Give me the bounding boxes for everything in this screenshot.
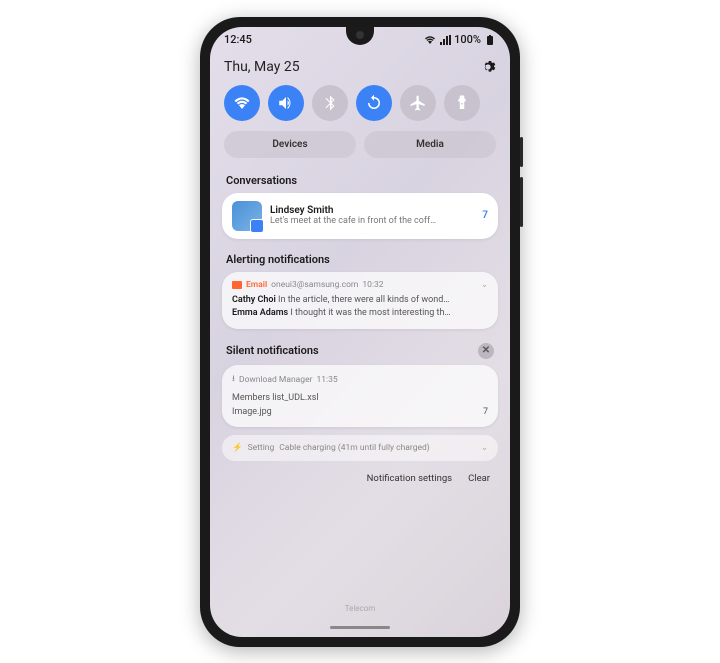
footer: Notification settings Clear (210, 469, 510, 488)
qs-sound[interactable] (268, 85, 304, 121)
side-button-2 (520, 177, 523, 227)
qs-flashlight[interactable] (444, 85, 480, 121)
sound-icon (277, 94, 295, 112)
email-icon (232, 281, 242, 289)
silent-title: Silent notifications (226, 344, 319, 357)
flashlight-icon (453, 94, 471, 112)
download-count: 7 (483, 405, 488, 419)
chevron-down-icon[interactable]: ⌄ (481, 280, 488, 290)
clear-button[interactable]: Clear (468, 473, 490, 484)
airplane-icon (409, 94, 427, 112)
chevron-down-icon[interactable]: ⌄ (481, 443, 488, 453)
conv-name: Lindsey Smith (270, 205, 474, 216)
rotate-icon (365, 94, 383, 112)
alerting-title: Alerting notifications (210, 247, 510, 272)
qs-bluetooth[interactable] (312, 85, 348, 121)
wifi-status-icon (424, 34, 436, 46)
conv-badge: 7 (482, 210, 488, 221)
download-app: Download Manager (239, 375, 312, 385)
email-row: Emma Adams I thought it was the most int… (232, 307, 488, 321)
silent-title-row: Silent notifications ✕ (210, 337, 510, 365)
conversation-card[interactable]: Lindsey Smith Let's meet at the cafe in … (222, 193, 498, 239)
download-card[interactable]: ⭳ Download Manager 11:35 Members list_UD… (222, 365, 498, 428)
qs-airplane[interactable] (400, 85, 436, 121)
carrier-label: Telecom (210, 604, 510, 613)
wifi-icon (233, 94, 251, 112)
qs-wifi[interactable] (224, 85, 260, 121)
nav-handle[interactable] (330, 626, 390, 629)
download-time: 11:35 (316, 375, 337, 385)
notification-settings-link[interactable]: Notification settings (367, 473, 452, 484)
email-account: oneui3@samsung.com (271, 280, 358, 290)
close-icon[interactable]: ✕ (478, 343, 494, 359)
date-label: Thu, May 25 (224, 59, 300, 75)
bluetooth-icon (321, 94, 339, 112)
email-card[interactable]: Email oneui3@samsung.com 10:32 ⌄ Cathy C… (222, 272, 498, 329)
screen: 12:45 100% Thu, May 25 Devices Media Con… (210, 27, 510, 637)
conversations-title: Conversations (210, 168, 510, 193)
side-button-1 (520, 137, 523, 167)
download-file: Members list_UDL.xsl (232, 391, 488, 405)
settings-icon[interactable] (480, 59, 496, 75)
status-right: 100% (424, 33, 496, 46)
email-app-label: Email (246, 280, 267, 290)
signal-status-icon (439, 34, 451, 46)
charging-card[interactable]: ⚡ Setting Cable charging (41m until full… (222, 435, 498, 461)
phone-frame: 12:45 100% Thu, May 25 Devices Media Con… (200, 17, 520, 647)
battery-status-icon (484, 34, 496, 46)
qs-rotate[interactable] (356, 85, 392, 121)
devices-button[interactable]: Devices (224, 131, 356, 158)
conv-msg: Let's meet at the cafe in front of the c… (270, 216, 474, 226)
avatar (232, 201, 262, 231)
quick-settings-row (210, 83, 510, 131)
charging-text: Cable charging (41m until fully charged) (279, 443, 430, 453)
media-button[interactable]: Media (364, 131, 496, 158)
email-row: Cathy Choi In the article, there were al… (232, 294, 488, 308)
battery-pct: 100% (454, 33, 481, 46)
download-icon: ⭳ (232, 373, 235, 387)
download-file: Image.jpg7 (232, 405, 488, 419)
email-time: 10:32 (362, 280, 383, 290)
panel-header: Thu, May 25 (210, 53, 510, 83)
bolt-icon: ⚡ (232, 443, 243, 453)
charging-app: Setting (248, 443, 275, 453)
status-time: 12:45 (224, 33, 252, 46)
button-row: Devices Media (210, 131, 510, 168)
